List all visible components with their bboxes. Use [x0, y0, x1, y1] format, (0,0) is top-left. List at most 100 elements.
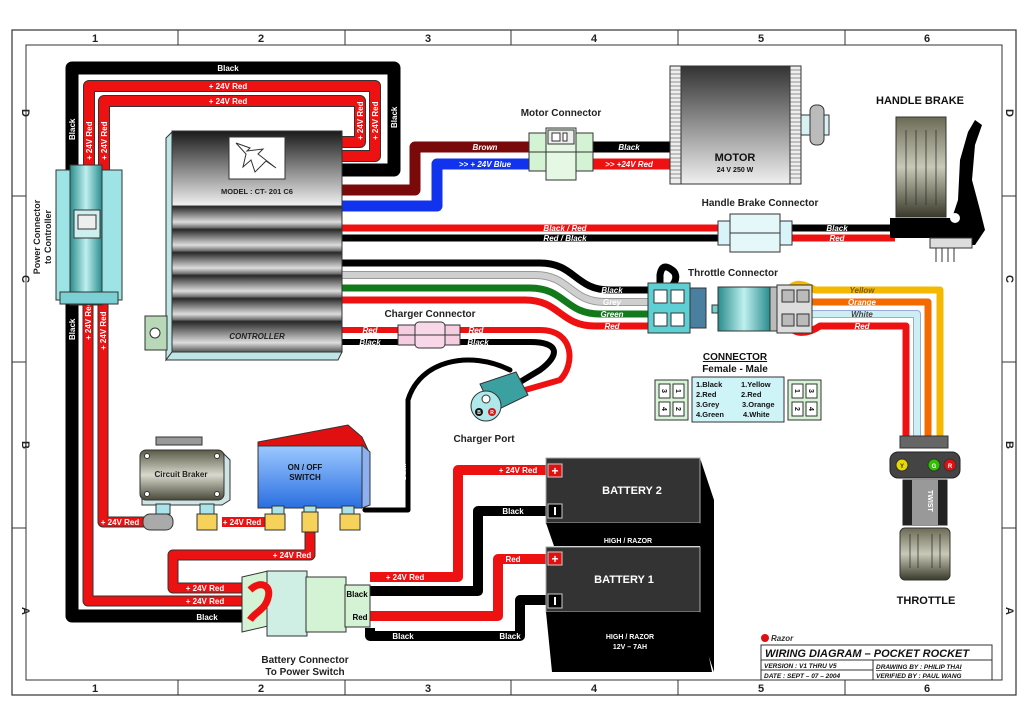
wire-label: + 24V Red	[186, 584, 225, 593]
battery-2-label: BATTERY 2	[602, 485, 662, 497]
male-pin-desc: 3.Orange	[742, 400, 775, 409]
wire-label: + 24V Red	[356, 101, 365, 140]
wire-label: >> + 24V Blue	[459, 160, 512, 169]
col-label-bottom: 2	[258, 683, 264, 695]
male-pin: 1	[793, 389, 800, 393]
plus-glyph: +	[551, 464, 558, 478]
charger-port-label: Charger Port	[453, 434, 515, 445]
wire-label: Black	[618, 143, 640, 152]
wire-label: >> +24V Red	[605, 160, 654, 169]
male-pin-desc: 1.Yellow	[741, 380, 771, 389]
razor-logo-icon	[761, 634, 769, 642]
row-label-right: D	[1003, 109, 1015, 117]
battery-connector-label: Battery Connector	[261, 655, 348, 666]
wire-label: Red	[352, 613, 367, 622]
wire-label: Red	[829, 234, 845, 243]
battery-2-sub: HIGH / RAZOR	[604, 538, 652, 545]
row-label-left: C	[19, 275, 31, 283]
wire-label: + 24V Red	[101, 518, 140, 527]
col-label-top: 4	[591, 33, 598, 45]
wire-label: Black	[68, 318, 77, 340]
battery-1-sub: HIGH / RAZOR	[606, 634, 654, 641]
wire-label: Red	[362, 326, 378, 335]
charger-port: B R Charger Port	[453, 371, 529, 445]
female-pin: 3	[660, 389, 667, 393]
power-connector: Power Connector to Controller	[32, 164, 123, 306]
handle-brake-label: HANDLE BRAKE	[876, 95, 964, 107]
led-label: Y	[900, 464, 904, 470]
frame: 1 2 3 4 5 6 1 2 3 4 5 6 D C B A D C B A	[11, 29, 1017, 696]
wire-label: Black	[359, 338, 381, 347]
plus-glyph: +	[551, 552, 558, 566]
col-label-top: 1	[92, 33, 98, 45]
battery-1: + BATTERY 1 HIGH / RAZOR 12V – 7AH	[545, 546, 714, 672]
switch-label: SWITCH	[289, 473, 321, 482]
battery-connector: Black Red Battery Connector To Power Swi…	[241, 570, 371, 678]
diagram-title: WIRING DIAGRAM – POCKET ROCKET	[765, 648, 970, 660]
version: VERSION : V1 THRU V5	[764, 663, 837, 670]
wire-label: + 24V Red	[273, 551, 312, 560]
charger-pin-label: R	[490, 410, 494, 416]
wire-label: Black	[217, 64, 239, 73]
date: DATE : SEPT – 07 – 2004	[764, 673, 840, 680]
motor-connector-label: Motor Connector	[521, 108, 602, 119]
female-pin-desc: 4.Green	[696, 410, 724, 419]
title-block: Razor WIRING DIAGRAM – POCKET ROCKET VER…	[760, 634, 993, 681]
male-pin: 4	[807, 407, 814, 411]
motor: MOTOR 24 V 250 W	[669, 65, 830, 185]
male-pin: 2	[793, 407, 800, 411]
row-label-left: D	[19, 109, 31, 117]
motor-connector: Motor Connector	[521, 108, 602, 181]
wire-label: Red	[854, 322, 870, 331]
motor-label: MOTOR	[715, 152, 756, 164]
col-label-bottom: 6	[924, 683, 930, 695]
col-label-bottom: 4	[591, 683, 598, 695]
handle-brake-connector-label: Handle Brake Connector	[702, 198, 819, 209]
on-off-switch[interactable]: ON / OFF SWITCH	[257, 424, 371, 533]
handle-brake: HANDLE BRAKE	[876, 95, 985, 262]
power-connector-label: Power Connector	[32, 199, 42, 274]
wire-label: Brown	[473, 143, 498, 152]
controller-model: MODEL : CT- 201 C6	[221, 187, 293, 196]
charger-connector-label: Charger Connector	[384, 309, 475, 320]
legend-title: CONNECTOR	[703, 352, 768, 363]
wires-battery	[365, 465, 548, 641]
wire-label: Green	[600, 310, 623, 319]
throttle-label: THROTTLE	[897, 595, 956, 607]
throttle-connector-label: Throttle Connector	[688, 268, 778, 279]
controller-label: CONTROLLER	[229, 332, 285, 341]
motor-spec: 24 V 250 W	[717, 167, 754, 174]
col-label-bottom: 1	[92, 683, 98, 695]
battery-1-spec: 12V – 7AH	[613, 644, 647, 651]
wire-label: Yellow	[849, 286, 875, 295]
female-pin-desc: 1.Black	[696, 380, 723, 389]
row-label-left: A	[19, 607, 31, 615]
wire-label: + 24V Red	[371, 101, 380, 140]
col-label-top: 3	[425, 33, 431, 45]
wire-label: + 24V Red	[223, 518, 262, 527]
wire-label: Black	[402, 463, 408, 480]
wire-label: + 24V Red	[209, 82, 248, 91]
wire-label: Red	[604, 322, 620, 331]
wire-label: Black / Red	[543, 224, 587, 233]
wire-label: Black	[392, 632, 414, 641]
twist-label: TWIST	[926, 490, 933, 512]
brand: Razor	[771, 634, 794, 643]
wire-label: Grey	[603, 298, 622, 307]
circuit-breaker-label: Circuit Braker	[155, 470, 208, 479]
col-label-bottom: 5	[758, 683, 764, 695]
wire-label: Orange	[848, 298, 877, 307]
wire-label: + 24V Red	[186, 597, 225, 606]
circuit-breaker: Circuit Braker	[139, 436, 231, 531]
wire-label: Black	[467, 338, 489, 347]
female-pin: 4	[660, 407, 667, 411]
switch-label: ON / OFF	[288, 463, 323, 472]
wire-label: Black	[346, 590, 368, 599]
throttle: Y G R TWIST THROTTLE	[889, 435, 961, 607]
row-label-right: B	[1003, 441, 1015, 449]
col-label-top: 2	[258, 33, 264, 45]
row-label-left: B	[19, 441, 31, 449]
wire-label: + 24V Red	[99, 311, 108, 350]
wiring-diagram: 1 2 3 4 5 6 1 2 3 4 5 6 D C B A D C B A …	[11, 29, 1017, 696]
wire-label: Red / Black	[543, 234, 587, 243]
